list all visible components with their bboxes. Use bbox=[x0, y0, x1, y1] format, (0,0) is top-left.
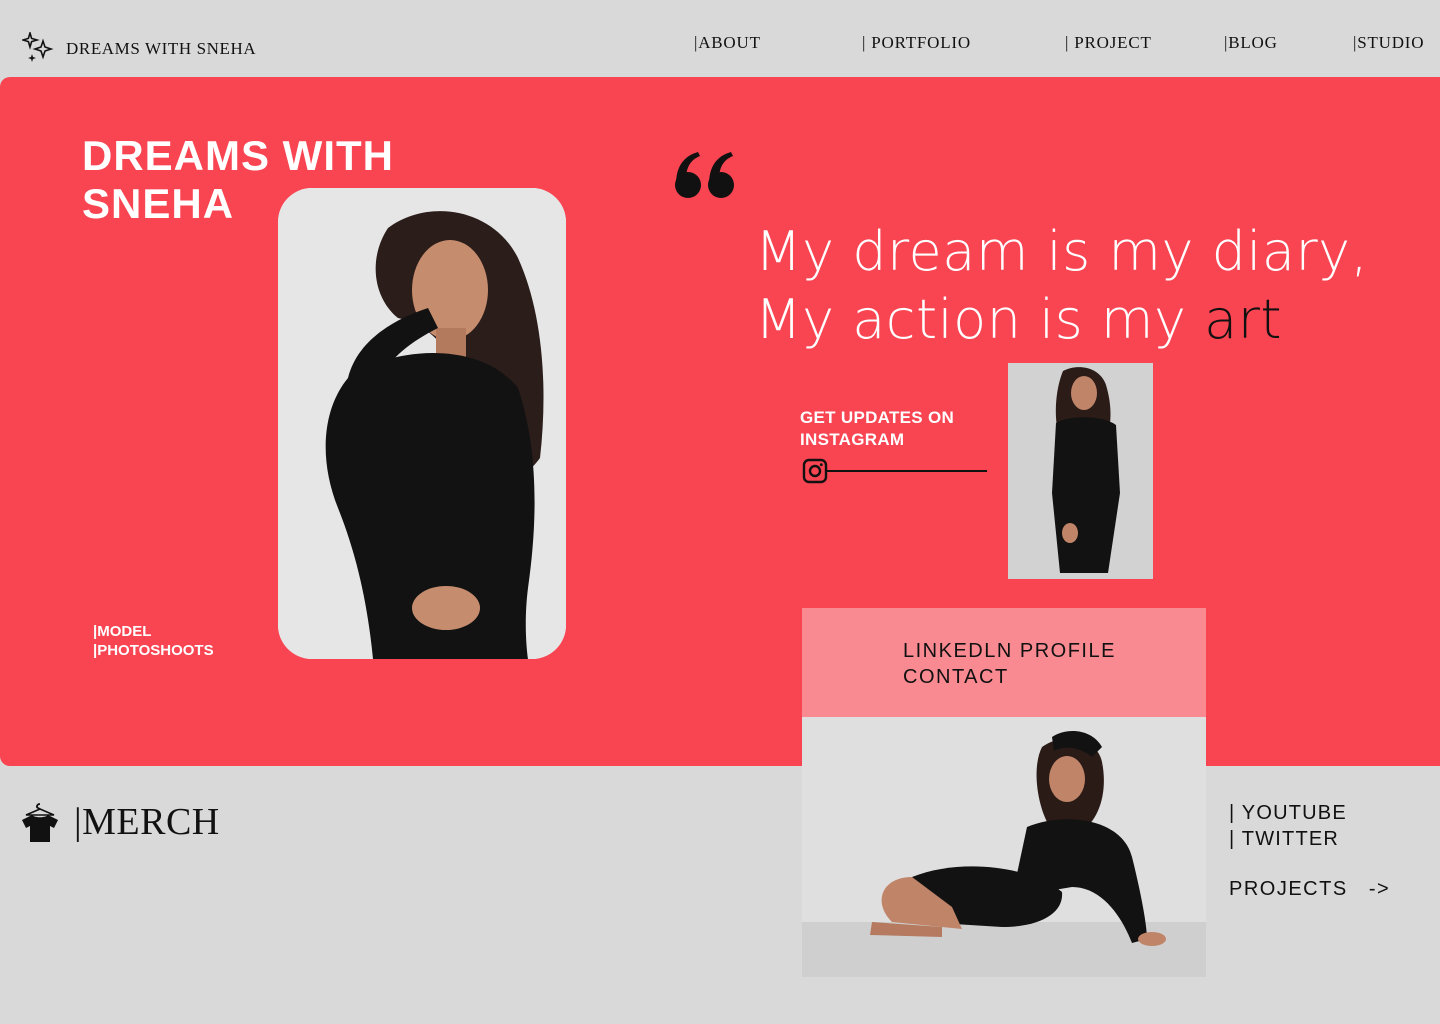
linkedin-profile-link[interactable]: LINKEDLN PROFILE bbox=[903, 638, 1116, 664]
quote-line-1: My dream is my diary, bbox=[755, 220, 1369, 283]
quote-accent-word: art bbox=[1204, 288, 1283, 351]
tshirt-hanger-icon bbox=[22, 803, 58, 842]
tags: |MODEL |PHOTOSHOOTS bbox=[93, 622, 214, 660]
quote-line-2-lead: My action is my bbox=[755, 288, 1187, 351]
nav-portfolio[interactable]: | PORTFOLIO bbox=[862, 33, 971, 53]
hero-quote: My dream is my diary, My action is my ar… bbox=[755, 218, 1415, 354]
twitter-link[interactable]: | TWITTER bbox=[1229, 826, 1347, 852]
merch-section[interactable]: |MERCH bbox=[20, 800, 220, 844]
social-links: | YOUTUBE | TWITTER bbox=[1229, 800, 1347, 852]
standing-photo bbox=[1008, 363, 1153, 579]
nav-studio[interactable]: |STUDIO bbox=[1353, 33, 1424, 53]
contact-box[interactable]: LINKEDLN PROFILE CONTACT bbox=[802, 608, 1206, 717]
youtube-link[interactable]: | YOUTUBE bbox=[1229, 800, 1347, 826]
contact-link[interactable]: CONTACT bbox=[903, 664, 1116, 690]
quote-line-2: My action is my art bbox=[755, 286, 1415, 354]
tag-photoshoots: |PHOTOSHOOTS bbox=[93, 642, 214, 659]
portrait-photo bbox=[278, 188, 566, 659]
instagram-label: GET UPDATES ON INSTAGRAM bbox=[800, 408, 955, 449]
sparkles-icon bbox=[22, 32, 54, 62]
instagram-icon[interactable] bbox=[802, 458, 828, 484]
lying-pose-photo bbox=[802, 717, 1206, 977]
contact-text: LINKEDLN PROFILE CONTACT bbox=[903, 638, 1116, 690]
merch-label: |MERCH bbox=[74, 801, 220, 843]
instagram-divider bbox=[827, 470, 987, 472]
nav-about[interactable]: |ABOUT bbox=[694, 33, 761, 53]
projects-link-label: PROJECTS -> bbox=[1229, 878, 1391, 900]
brand-name: DREAMS WITH SNEHA bbox=[66, 39, 257, 58]
tag-model: |MODEL bbox=[93, 623, 152, 640]
nav-blog[interactable]: |BLOG bbox=[1224, 33, 1278, 53]
nav-project[interactable]: | PROJECT bbox=[1065, 33, 1152, 53]
brand[interactable]: DREAMS WITH SNEHA bbox=[22, 32, 256, 66]
projects-link[interactable]: PROJECTS -> bbox=[1229, 878, 1390, 901]
quote-mark-icon bbox=[675, 152, 734, 198]
